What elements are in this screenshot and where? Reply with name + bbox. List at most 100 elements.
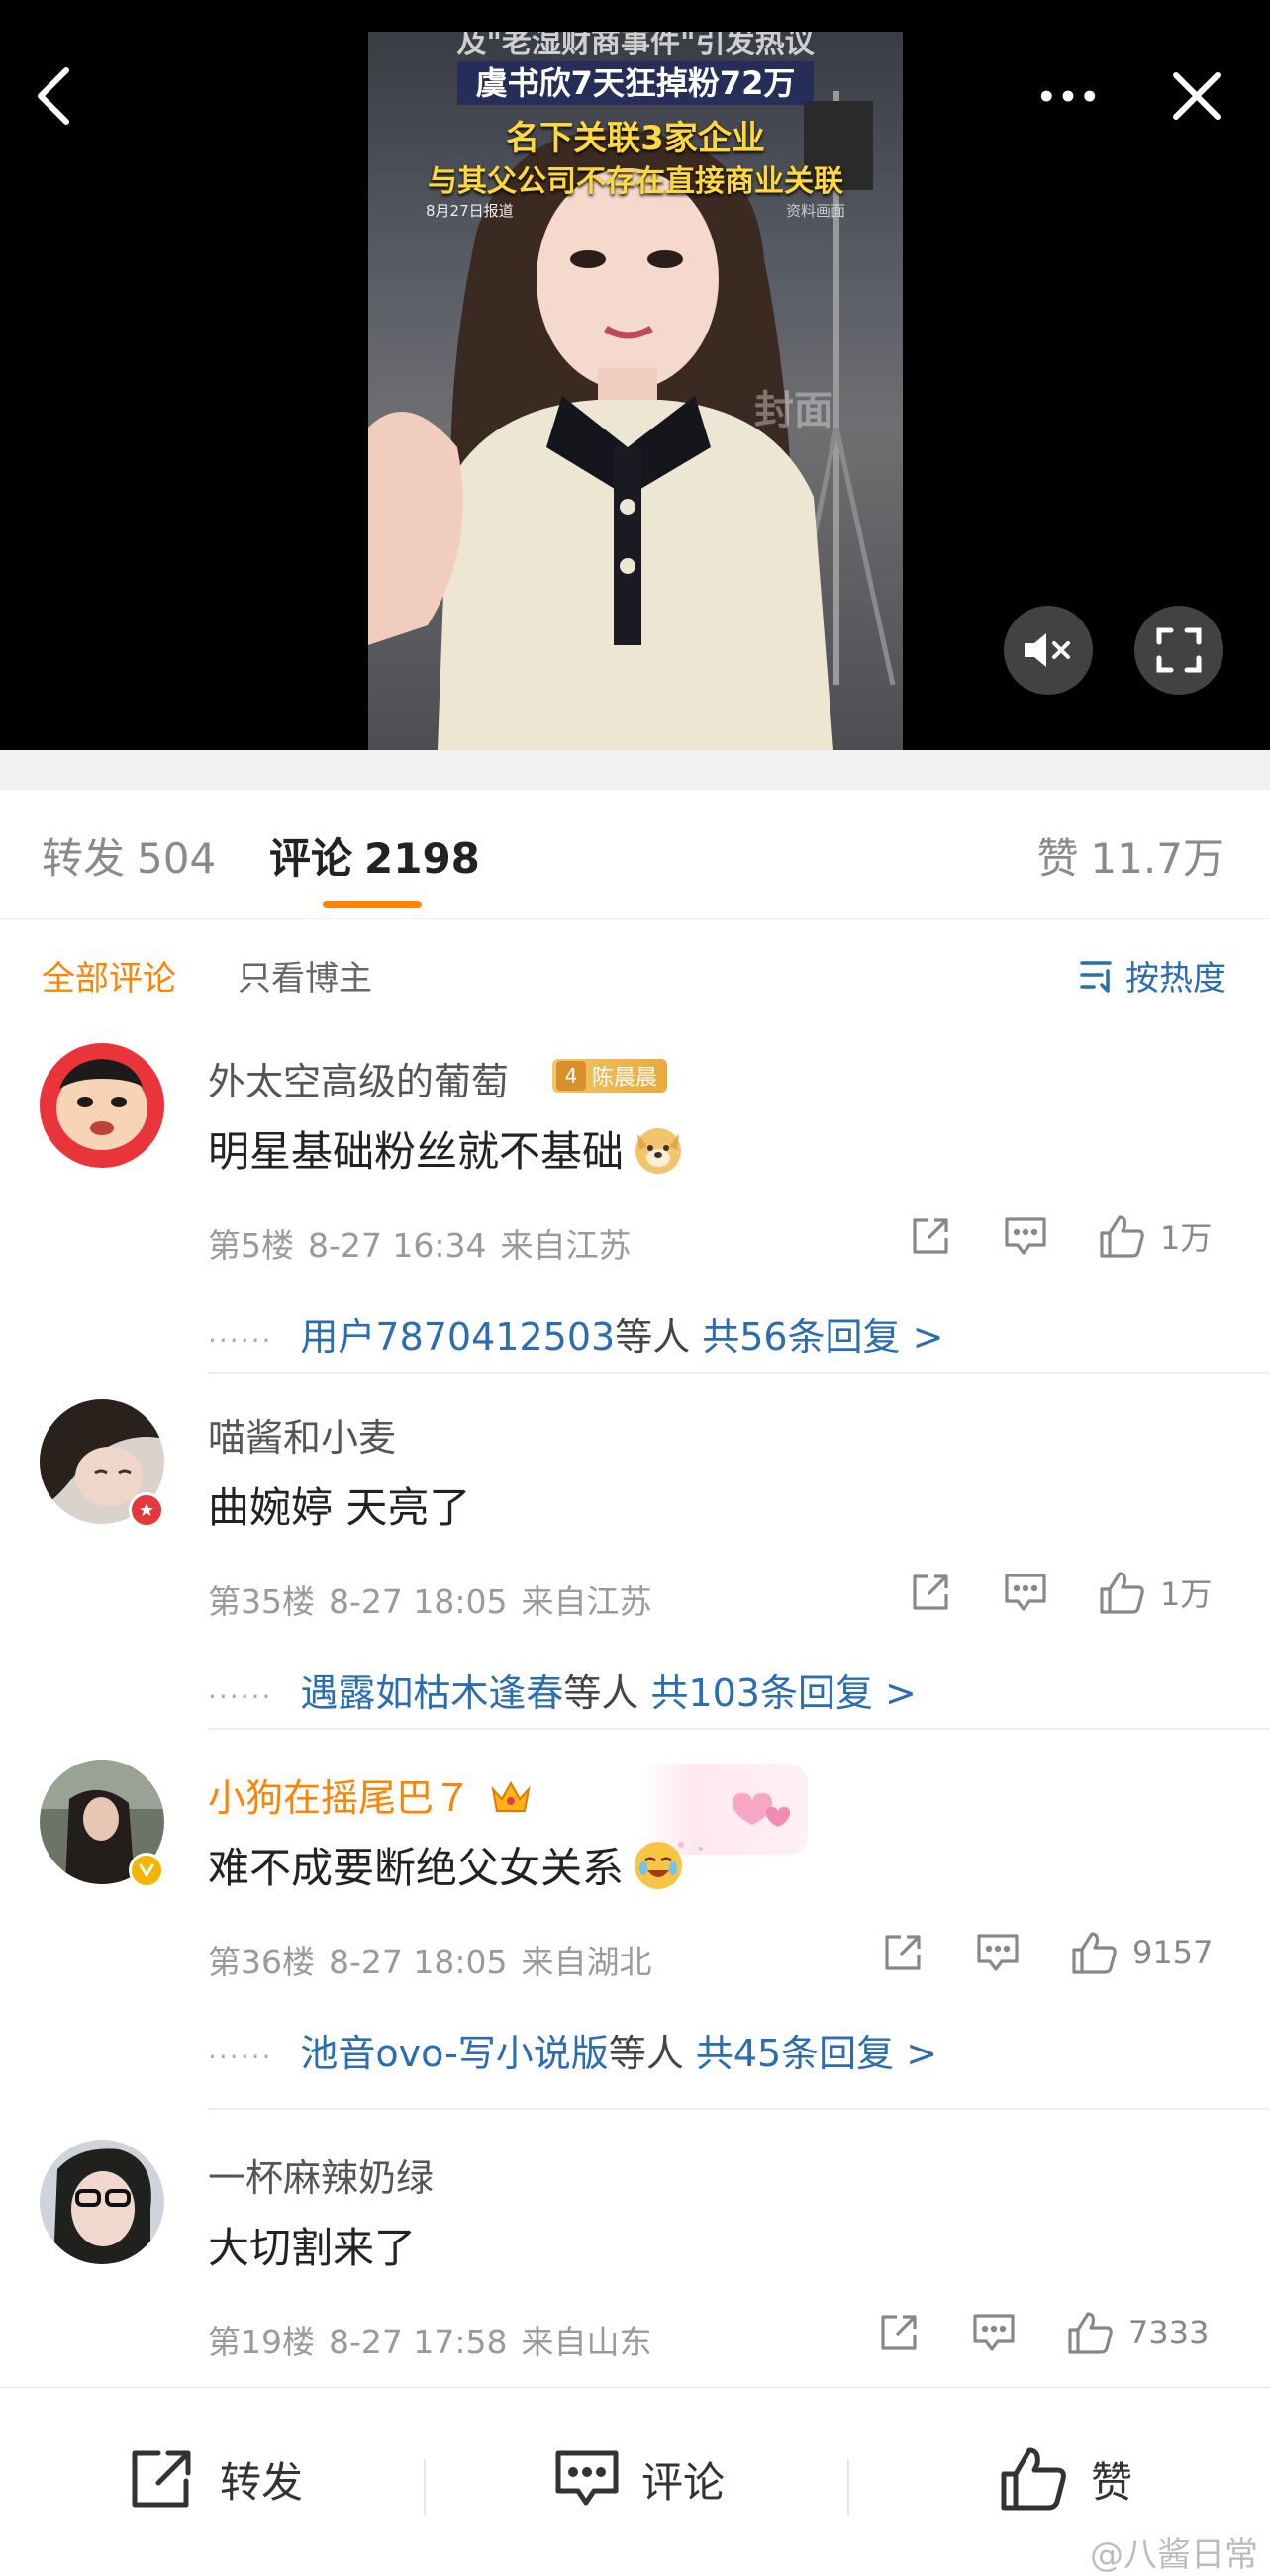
like-count: 9157 bbox=[1132, 1934, 1214, 1971]
like-button[interactable]: 9157 bbox=[1071, 1930, 1213, 1975]
avatar[interactable] bbox=[40, 2140, 164, 2264]
tab-like[interactable]: 赞 11.7万 bbox=[1036, 825, 1224, 886]
share-icon bbox=[913, 1218, 948, 1254]
like-button[interactable]: 1万 bbox=[1099, 1213, 1212, 1259]
repost-button[interactable]: 转发 bbox=[129, 2439, 303, 2519]
filter-owner-only[interactable]: 只看博主 bbox=[238, 951, 372, 1000]
divider bbox=[208, 2108, 1270, 2110]
comment-meta: 第35楼 8-27 18:05 来自江苏 bbox=[208, 1575, 666, 1623]
like-count: 1万 bbox=[1160, 1575, 1213, 1613]
comment-username[interactable]: 外太空高级的葡萄 bbox=[208, 1051, 509, 1105]
comment-floor: 第35楼 bbox=[208, 1582, 315, 1621]
comment-text-content: 明星基础粉丝就不基础 bbox=[208, 1127, 625, 1176]
video-frame[interactable]: 及"老湿财商事件"引发热议 虞书欣7天狂掉粉72万 名下关联3家企业 与其父公司… bbox=[368, 32, 903, 750]
comment-floor: 第36楼 bbox=[208, 1943, 315, 1981]
video-headline-3: 与其父公司不存在直接商业关联 bbox=[428, 164, 843, 199]
reply-summary[interactable]: ······ 遇露如枯木逢春等人 共103条回复 > bbox=[208, 1663, 917, 1717]
reply-user: 遇露如枯木逢春 bbox=[300, 1671, 564, 1715]
share-icon bbox=[913, 1574, 948, 1610]
comment-meta: 第19楼 8-27 17:58 来自山东 bbox=[208, 2316, 666, 2363]
back-icon bbox=[38, 67, 69, 125]
laugh-cry-emoji-icon bbox=[632, 1839, 685, 1892]
reply-user: 用户7870412503 bbox=[300, 1315, 616, 1359]
comment-username[interactable]: 喵酱和小麦 bbox=[208, 1407, 396, 1462]
mute-icon bbox=[1025, 633, 1070, 667]
share-button[interactable] bbox=[909, 1571, 952, 1614]
share-button[interactable] bbox=[877, 2311, 921, 2354]
mute-button[interactable] bbox=[1004, 606, 1093, 695]
reply-button[interactable] bbox=[1004, 1572, 1047, 1613]
sort-by-hot-button[interactable]: 按热度 bbox=[1080, 951, 1226, 1000]
reply-summary[interactable]: ······ 池音ovo-写小说版等人 共45条回复 > bbox=[208, 2023, 937, 2077]
reply-mid: 等人 bbox=[615, 1315, 691, 1359]
share-icon bbox=[132, 2450, 191, 2508]
back-button[interactable] bbox=[26, 67, 83, 125]
reply-count-link: 共56条回复 > bbox=[702, 1315, 944, 1359]
comment-text: 大切割来了 bbox=[208, 2215, 416, 2275]
like-icon bbox=[1001, 2447, 1066, 2511]
reply-button[interactable] bbox=[1004, 1215, 1047, 1257]
fullscreen-button[interactable] bbox=[1134, 606, 1223, 695]
like-button[interactable]: 7333 bbox=[1067, 2310, 1209, 2355]
comment-meta: 第5楼 8-27 16:34 来自江苏 bbox=[208, 1219, 645, 1267]
comment-username[interactable]: 一杯麻辣奶绿 bbox=[208, 2147, 434, 2202]
comment-text: 难不成要断绝父女关系 bbox=[208, 1835, 685, 1895]
video-watermark: 封面 bbox=[754, 388, 833, 433]
comment-time: 8-27 17:58 bbox=[329, 2323, 508, 2361]
comment-location: 来自湖北 bbox=[521, 1943, 652, 1981]
comment-time: 8-27 18:05 bbox=[329, 1582, 508, 1621]
like-button[interactable]: 1万 bbox=[1099, 1570, 1212, 1615]
comment-text-content: 难不成要断绝父女关系 bbox=[208, 1844, 625, 1892]
comment-actions: 7333 bbox=[877, 2302, 1209, 2363]
comment-location: 来自山东 bbox=[521, 2323, 652, 2361]
comment-location: 来自江苏 bbox=[521, 1582, 652, 1621]
comment-actions: 1万 bbox=[909, 1205, 1212, 1267]
video-headline-2: 名下关联3家企业 bbox=[506, 119, 765, 158]
repost-label: 转发 bbox=[220, 2457, 304, 2507]
reply-mid: 等人 bbox=[608, 2032, 684, 2075]
tab-like-label: 赞 bbox=[1036, 834, 1079, 883]
close-button[interactable] bbox=[1168, 67, 1225, 125]
like-post-button[interactable]: 赞 bbox=[1000, 2439, 1132, 2519]
comment-icon bbox=[973, 2314, 1015, 2351]
separator bbox=[847, 2459, 849, 2515]
like-icon bbox=[1068, 2312, 1113, 2354]
comment-icon bbox=[1005, 1217, 1046, 1255]
tab-comment[interactable]: 评论 2198 bbox=[269, 825, 480, 886]
avatar-photo-icon bbox=[40, 2140, 164, 2264]
comment-time: 8-27 16:34 bbox=[308, 1226, 487, 1265]
comment-actions: 9157 bbox=[881, 1922, 1213, 1983]
fan-medal[interactable]: 4 陈晨晨 bbox=[552, 1059, 668, 1093]
comment-button[interactable]: 评论 bbox=[554, 2439, 725, 2519]
filter-all-comments[interactable]: 全部评论 bbox=[42, 951, 176, 1000]
verified-badge-icon bbox=[129, 1853, 164, 1888]
like-icon bbox=[1100, 1572, 1144, 1614]
tab-comment-count: 2198 bbox=[364, 834, 480, 883]
comment-floor: 第5楼 bbox=[208, 1226, 294, 1265]
video-source-note: 资料画面 bbox=[785, 202, 845, 220]
like-icon bbox=[1100, 1215, 1144, 1258]
more-button[interactable] bbox=[1039, 67, 1097, 125]
divider bbox=[208, 1728, 1270, 1730]
tab-repost[interactable]: 转发 504 bbox=[42, 825, 216, 886]
reply-dots: ······ bbox=[208, 2041, 273, 2073]
like-count: 7333 bbox=[1128, 2314, 1210, 2351]
fan-medal-name: 陈晨晨 bbox=[592, 1066, 658, 1091]
badge-icon bbox=[129, 1492, 164, 1528]
share-button[interactable] bbox=[909, 1214, 952, 1258]
source-watermark: @八酱日常 bbox=[1090, 2535, 1258, 2575]
video-player[interactable]: 及"老湿财商事件"引发热议 虞书欣7天狂掉粉72万 名下关联3家企业 与其父公司… bbox=[0, 0, 1270, 750]
reply-summary[interactable]: ······ 用户7870412503等人 共56条回复 > bbox=[208, 1306, 943, 1361]
reply-button[interactable] bbox=[972, 2312, 1016, 2353]
share-button[interactable] bbox=[881, 1931, 925, 1974]
like-icon bbox=[1072, 1932, 1117, 1974]
comment-actions: 1万 bbox=[909, 1562, 1212, 1623]
comment-icon bbox=[555, 2450, 619, 2506]
comment-username[interactable]: 小狗在摇尾巴７ bbox=[208, 1767, 533, 1822]
comment-text-content: 曲婉婷 天亮了 bbox=[208, 1483, 471, 1532]
close-icon bbox=[1173, 72, 1221, 120]
reply-count-link: 共45条回复 > bbox=[695, 2032, 938, 2075]
reply-button[interactable] bbox=[976, 1932, 1020, 1973]
like-count: 1万 bbox=[1160, 1219, 1213, 1257]
avatar[interactable] bbox=[40, 1043, 164, 1168]
